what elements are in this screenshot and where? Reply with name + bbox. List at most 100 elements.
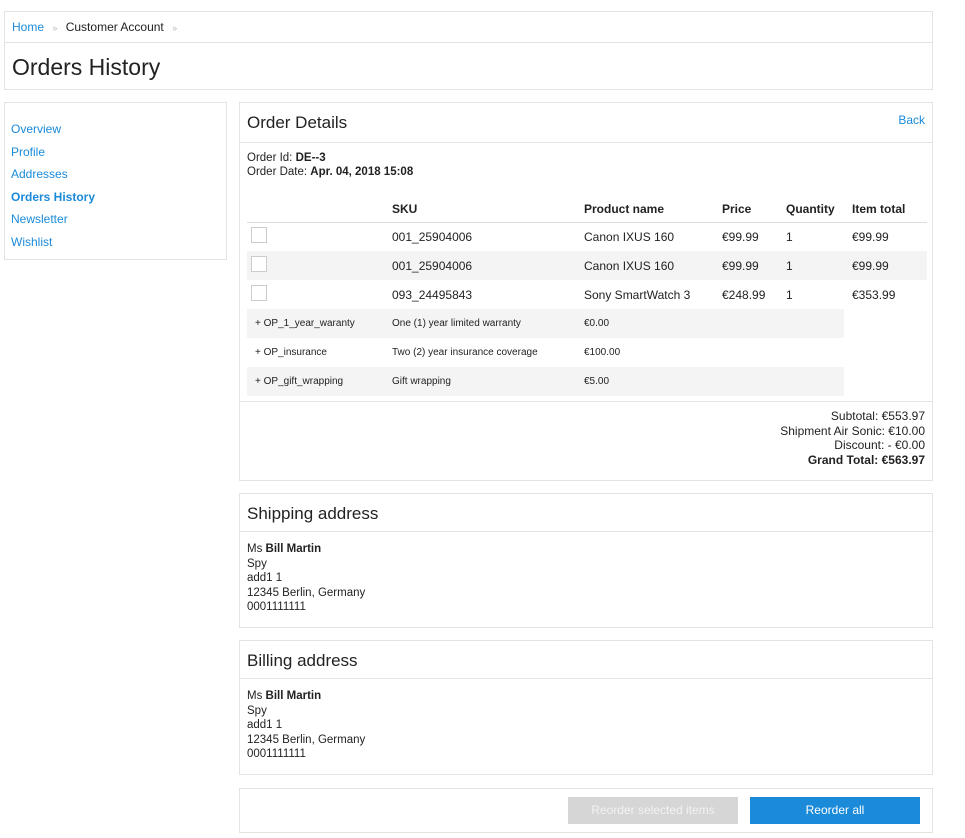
address-company: Spy: [247, 704, 267, 717]
breadcrumb: Home » Customer Account »: [12, 20, 182, 34]
item-quantity: 1: [786, 287, 793, 302]
item-price: €99.99: [714, 251, 778, 280]
breadcrumb-account-link[interactable]: Customer Account: [66, 20, 164, 34]
column-header-sku: SKU: [384, 196, 576, 223]
address-street: add1 1: [247, 719, 283, 731]
order-details-header: Order Details Back: [240, 103, 932, 143]
table-row: 001_25904006 Canon IXUS 160 €99.99 1 €99…: [247, 222, 927, 251]
discount: Discount: - €0.00: [834, 438, 925, 452]
option-description: One (1) year limited warranty: [384, 309, 576, 338]
address-salutation: Ms: [247, 543, 263, 555]
column-header-quantity: Quantity: [778, 196, 844, 223]
item-select-cell: [247, 222, 384, 251]
order-date-line: Order Date: Apr. 04, 2018 15:08: [247, 165, 413, 179]
order-date-label: Order Date:: [247, 166, 308, 178]
item-sku: 001_25904006: [384, 251, 576, 280]
table-header-row: SKU Product name Price Quantity Item tot…: [247, 196, 927, 223]
subtotal: Subtotal: €553.97: [830, 409, 925, 423]
option-row: + OP_gift_wrapping Gift wrapping €5.00: [247, 367, 927, 396]
option-description: Two (2) year insurance coverage: [392, 347, 538, 358]
totals-divider: [240, 401, 932, 402]
item-name: Canon IXUS 160: [584, 229, 675, 244]
breadcrumb-separator: »: [52, 23, 58, 33]
address-company: Spy: [247, 557, 267, 570]
item-select-cell: [247, 251, 384, 280]
address-name-line: Ms Bill Martin: [247, 542, 365, 557]
item-sku: 093_24495843: [392, 287, 473, 302]
address-name-line: Ms Bill Martin: [247, 689, 365, 704]
billing-address-body: Ms Bill Martin Spy add1 1 12345 Berlin, …: [247, 689, 365, 762]
item-price: €248.99: [722, 287, 766, 302]
address-street: add1 1: [247, 572, 283, 584]
sidebar-item-overview[interactable]: Overview: [11, 118, 220, 141]
sidebar-item-profile[interactable]: Profile: [11, 141, 220, 164]
option-price: €0.00: [576, 309, 844, 338]
table-row: 093_24495843 Sony SmartWatch 3 €248.99 1…: [247, 280, 927, 309]
item-select-checkbox[interactable]: [251, 256, 267, 272]
address-city: 12345 Berlin, Germany: [247, 733, 366, 746]
order-totals: Subtotal: €553.97 Shipment Air Sonic: €1…: [780, 409, 925, 467]
sidebar-item-wishlist[interactable]: Wishlist: [11, 231, 220, 254]
option-key: + OP_1_year_waranty: [247, 309, 384, 338]
option-row: + OP_insurance Two (2) year insurance co…: [247, 338, 927, 367]
page-header: Home » Customer Account » Orders History: [4, 11, 933, 90]
column-header-product-name: Product name: [576, 196, 714, 223]
order-id-line: Order Id: DE--3: [247, 151, 413, 165]
order-details-panel: Order Details Back Order Id: DE--3 Order…: [239, 102, 933, 481]
item-name: Canon IXUS 160: [576, 251, 714, 280]
item-total: €99.99: [844, 251, 927, 280]
order-items-table: SKU Product name Price Quantity Item tot…: [247, 196, 927, 396]
option-row: + OP_1_year_waranty One (1) year limited…: [247, 309, 927, 338]
order-id-label: Order Id:: [247, 152, 293, 164]
billing-address-panel: Billing address Ms Bill Martin Spy add1 …: [239, 640, 933, 775]
address-phone: 0001111111: [247, 748, 306, 760]
item-select-checkbox[interactable]: [251, 227, 267, 244]
address-city: 12345 Berlin, Germany: [247, 586, 366, 599]
billing-address-header: Billing address: [240, 641, 932, 679]
grand-total: Grand Total: €563.97: [807, 452, 925, 467]
table-row: 001_25904006 Canon IXUS 160 €99.99 1 €99…: [247, 251, 927, 280]
item-select-checkbox[interactable]: [251, 285, 267, 301]
item-name: Sony SmartWatch 3: [584, 287, 691, 302]
column-header-item-total: Item total: [844, 196, 927, 223]
option-price: €100.00: [584, 347, 621, 358]
item-total: €99.99: [852, 229, 889, 244]
reorder-all-button[interactable]: Reorder all: [750, 797, 920, 824]
sidebar-item-orders-history[interactable]: Orders History: [11, 186, 220, 209]
reorder-selected-button[interactable]: Reorder selected items: [568, 797, 738, 824]
order-details-title: Order Details: [247, 113, 348, 132]
shipping-address-header: Shipping address: [240, 494, 932, 532]
option-empty-cell: [844, 309, 927, 338]
address-salutation: Ms: [247, 690, 263, 702]
item-price: €99.99: [722, 229, 759, 244]
option-description: Gift wrapping: [384, 367, 576, 396]
address-phone: 0001111111: [247, 601, 306, 613]
breadcrumb-home-link[interactable]: Home: [12, 20, 44, 34]
address-name: Bill Martin: [265, 690, 322, 702]
order-meta: Order Id: DE--3 Order Date: Apr. 04, 201…: [247, 151, 413, 179]
shipping-address-body: Ms Bill Martin Spy add1 1 12345 Berlin, …: [247, 542, 365, 615]
header-divider: [5, 42, 932, 43]
item-total: €353.99: [852, 287, 896, 302]
option-key: + OP_insurance: [255, 347, 327, 358]
option-key: + OP_gift_wrapping: [247, 367, 384, 396]
item-quantity: 1: [778, 251, 844, 280]
billing-address-title: Billing address: [247, 651, 358, 670]
page-title: Orders History: [12, 54, 161, 80]
option-empty-cell: [844, 338, 927, 367]
shipping-address-title: Shipping address: [247, 504, 379, 523]
account-sidebar: Overview Profile Addresses Orders Histor…: [4, 102, 227, 260]
shipment-cost: Shipment Air Sonic: €10.00: [780, 423, 925, 438]
back-link[interactable]: Back: [898, 113, 925, 127]
breadcrumb-separator: »: [172, 23, 178, 33]
sidebar-item-newsletter[interactable]: Newsletter: [11, 208, 220, 231]
item-select-cell: [247, 280, 384, 309]
option-price: €5.00: [576, 367, 844, 396]
option-empty-cell: [844, 367, 927, 396]
column-header-price: Price: [714, 196, 778, 223]
column-header-select: [247, 196, 384, 223]
item-quantity: 1: [786, 229, 793, 244]
order-id-value: DE--3: [295, 152, 326, 164]
sidebar-item-addresses[interactable]: Addresses: [11, 163, 220, 186]
order-date-value: Apr. 04, 2018 15:08: [310, 166, 414, 178]
